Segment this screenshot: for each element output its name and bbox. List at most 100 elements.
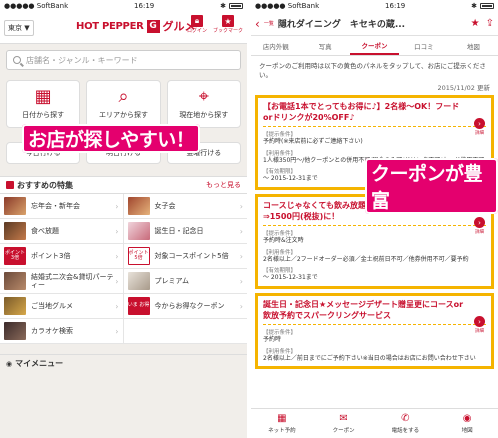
tab-map[interactable]: 地図 <box>449 36 498 55</box>
carrier: ●●●●● SoftBank <box>255 2 320 10</box>
coupon-title: 【お電話1本でとってもお得に♪】2名様～OK！フードorドリンクが20%OFF♪ <box>263 102 460 122</box>
search-icon <box>13 56 21 64</box>
find-by-location-button[interactable]: ⌖ 現在地から探す <box>166 80 241 128</box>
bluetooth-icon: ✱ <box>471 2 477 10</box>
menu-icon: ◉ <box>6 359 13 368</box>
phone-icon: ✆ <box>401 412 410 424</box>
search-input[interactable]: 店舗名・ジャンル・キーワード <box>6 50 241 70</box>
share-icon[interactable]: ⇪ <box>486 18 494 29</box>
login-button[interactable]: 🔒︎ ログイン <box>187 15 207 34</box>
featured-icon <box>6 181 14 189</box>
thumbnail <box>4 222 26 240</box>
find-by-area-button[interactable]: ⌕ エリアから探す <box>86 80 161 128</box>
header-actions: ★ ⇪ <box>471 18 494 29</box>
chevron-right-icon: › <box>474 316 485 328</box>
back-button[interactable]: ‹ <box>255 17 260 31</box>
thumbnail <box>4 322 26 340</box>
right-screen: ●●●●● SoftBank 16:19 ✱ ‹ 一覧 隠れダイニング キセキの… <box>251 0 498 438</box>
feature-item[interactable]: プレミアム › <box>123 269 247 294</box>
chevron-right-icon: › <box>115 277 119 286</box>
point3-thumbnail: ポイント3倍 <box>4 247 26 265</box>
bookmark-icon[interactable]: ★ <box>471 18 480 29</box>
shop-title: 隠れダイニング キセキの蔵... <box>277 20 406 30</box>
detail-button[interactable]: › 詳細 <box>474 217 485 235</box>
tab-coupons[interactable]: クーポン <box>349 36 400 55</box>
chevron-right-icon: › <box>239 302 243 311</box>
clock: 16:19 <box>134 2 155 10</box>
location-icon: ⌖ <box>198 86 209 107</box>
shop-header: ‹ 一覧 隠れダイニング キセキの蔵... ★ ⇪ <box>251 12 498 36</box>
chevron-right-icon: › <box>239 277 243 286</box>
left-screen: ●●●●● SoftBank 16:19 ✱ 東京 ▼ HOT PEPPER G… <box>0 0 247 438</box>
detail-button[interactable]: › 詳細 <box>474 118 485 136</box>
lock-icon: 🔒︎ <box>190 15 203 27</box>
feature-item[interactable]: 誕生日・記念日 › <box>123 219 247 244</box>
feature-item[interactable]: 結婚式二次会&貸切パーティー › <box>0 269 124 294</box>
coupon-title: 誕生日・記念日★メッセージデザート贈呈更にコースor飲放予約でスパークリングサー… <box>263 300 464 320</box>
net-reservation-tab[interactable]: ▦ ネット予約 <box>251 409 313 438</box>
thumbnail <box>127 222 150 240</box>
promo-overlay-left: お店が探しやすい！ <box>22 124 201 153</box>
chevron-right-icon: › <box>239 252 243 261</box>
point5-thumbnail: ポイント5倍 <box>127 247 150 265</box>
calendar-icon: ▦ <box>277 412 287 424</box>
feature-item[interactable]: ポイント3倍 ポイント3倍 › <box>0 244 124 269</box>
star-icon: ★ <box>221 15 234 27</box>
update-date: 2015/11/02 更新 <box>437 84 490 93</box>
status-bar: ●●●●● SoftBank 16:19 ✱ <box>251 0 498 12</box>
chevron-right-icon: › <box>115 202 119 211</box>
area-selector[interactable]: 東京 ▼ <box>4 19 34 36</box>
detail-button[interactable]: › 詳細 <box>474 316 485 334</box>
back-label[interactable]: 一覧 <box>264 20 274 27</box>
battery-area: ✱ <box>471 2 494 10</box>
coupon-card[interactable]: 誕生日・記念日★メッセージデザート贈呈更にコースor飲放予約でスパークリングサー… <box>255 293 494 370</box>
feature-item[interactable]: 女子会 › <box>123 194 247 219</box>
call-tab[interactable]: ✆ 電話をする <box>375 409 437 438</box>
feature-item[interactable]: いま お得 今からお得なクーポン › <box>123 294 247 319</box>
dashed-divider <box>263 323 486 325</box>
find-by-date-button[interactable]: ▦ 日付から探す <box>6 80 81 128</box>
magnifier-icon: ⌕ <box>118 86 129 107</box>
map-tab[interactable]: ◉ 地図 <box>436 409 498 438</box>
coupon-icon: ✉ <box>339 412 348 424</box>
carrier: ●●●●● SoftBank <box>4 2 69 10</box>
chevron-right-icon: › <box>115 327 119 336</box>
tab-exterior[interactable]: 店内外観 <box>251 36 300 55</box>
battery-area: ✱ <box>220 2 243 10</box>
tab-photos[interactable]: 写真 <box>300 36 349 55</box>
chevron-right-icon: › <box>115 227 119 236</box>
feature-grid: 忘年会・新年会 › 女子会 › 食べ放題 › 誕生日・記念日 › ポイント3倍 ポイント3… <box>0 194 247 344</box>
chevron-right-icon: › <box>239 227 243 236</box>
mymenu-header: ◉ マイメニュー <box>0 354 247 372</box>
feature-item[interactable]: ポイント5倍 対象コースポイント5倍 › <box>123 244 247 269</box>
tab-reviews[interactable]: 口コミ <box>399 36 448 55</box>
feature-item[interactable]: ご当地グルメ › <box>0 294 124 319</box>
dashed-divider <box>263 125 486 127</box>
chevron-right-icon: › <box>474 118 485 130</box>
featured-header: おすすめの特集 もっと見る <box>0 176 247 194</box>
now-thumbnail: いま お得 <box>127 297 150 315</box>
feature-item[interactable]: 食べ放題 › <box>0 219 124 244</box>
battery-icon <box>228 3 243 9</box>
coupon-list: 【お電話1本でとってもお得に♪】2名様～OK！フードorドリンクが20%OFF♪… <box>251 95 498 370</box>
search-placeholder: 店舗名・ジャンル・キーワード <box>26 55 138 65</box>
feature-item[interactable]: カラオケ検索 › <box>0 319 124 344</box>
chevron-right-icon: › <box>239 202 243 211</box>
shop-tabs: 店内外観 写真 クーポン 口コミ 地図 <box>251 36 498 56</box>
logo-text: HOT PEPPER <box>76 20 144 32</box>
more-link[interactable]: もっと見る <box>206 180 241 190</box>
bluetooth-icon: ✱ <box>220 2 226 10</box>
calendar-icon: ▦ <box>34 86 52 107</box>
coupon-tab[interactable]: ✉ クーポン <box>313 409 375 438</box>
thumbnail <box>4 272 26 290</box>
feature-item-empty <box>123 319 247 344</box>
map-pin-icon: ◉ <box>462 412 472 424</box>
logo: HOT PEPPER G グルメ <box>76 18 196 34</box>
chevron-right-icon: › <box>115 302 119 311</box>
bookmark-button[interactable]: ★ ブックマーク <box>213 15 243 34</box>
bottom-tab-bar: ▦ ネット予約 ✉ クーポン ✆ 電話をする ◉ 地図 <box>251 408 498 438</box>
chevron-right-icon: › <box>474 217 485 229</box>
dashed-divider <box>263 224 486 226</box>
feature-item[interactable]: 忘年会・新年会 › <box>0 194 124 219</box>
header-icons: 🔒︎ ログイン ★ ブックマーク <box>187 15 243 34</box>
